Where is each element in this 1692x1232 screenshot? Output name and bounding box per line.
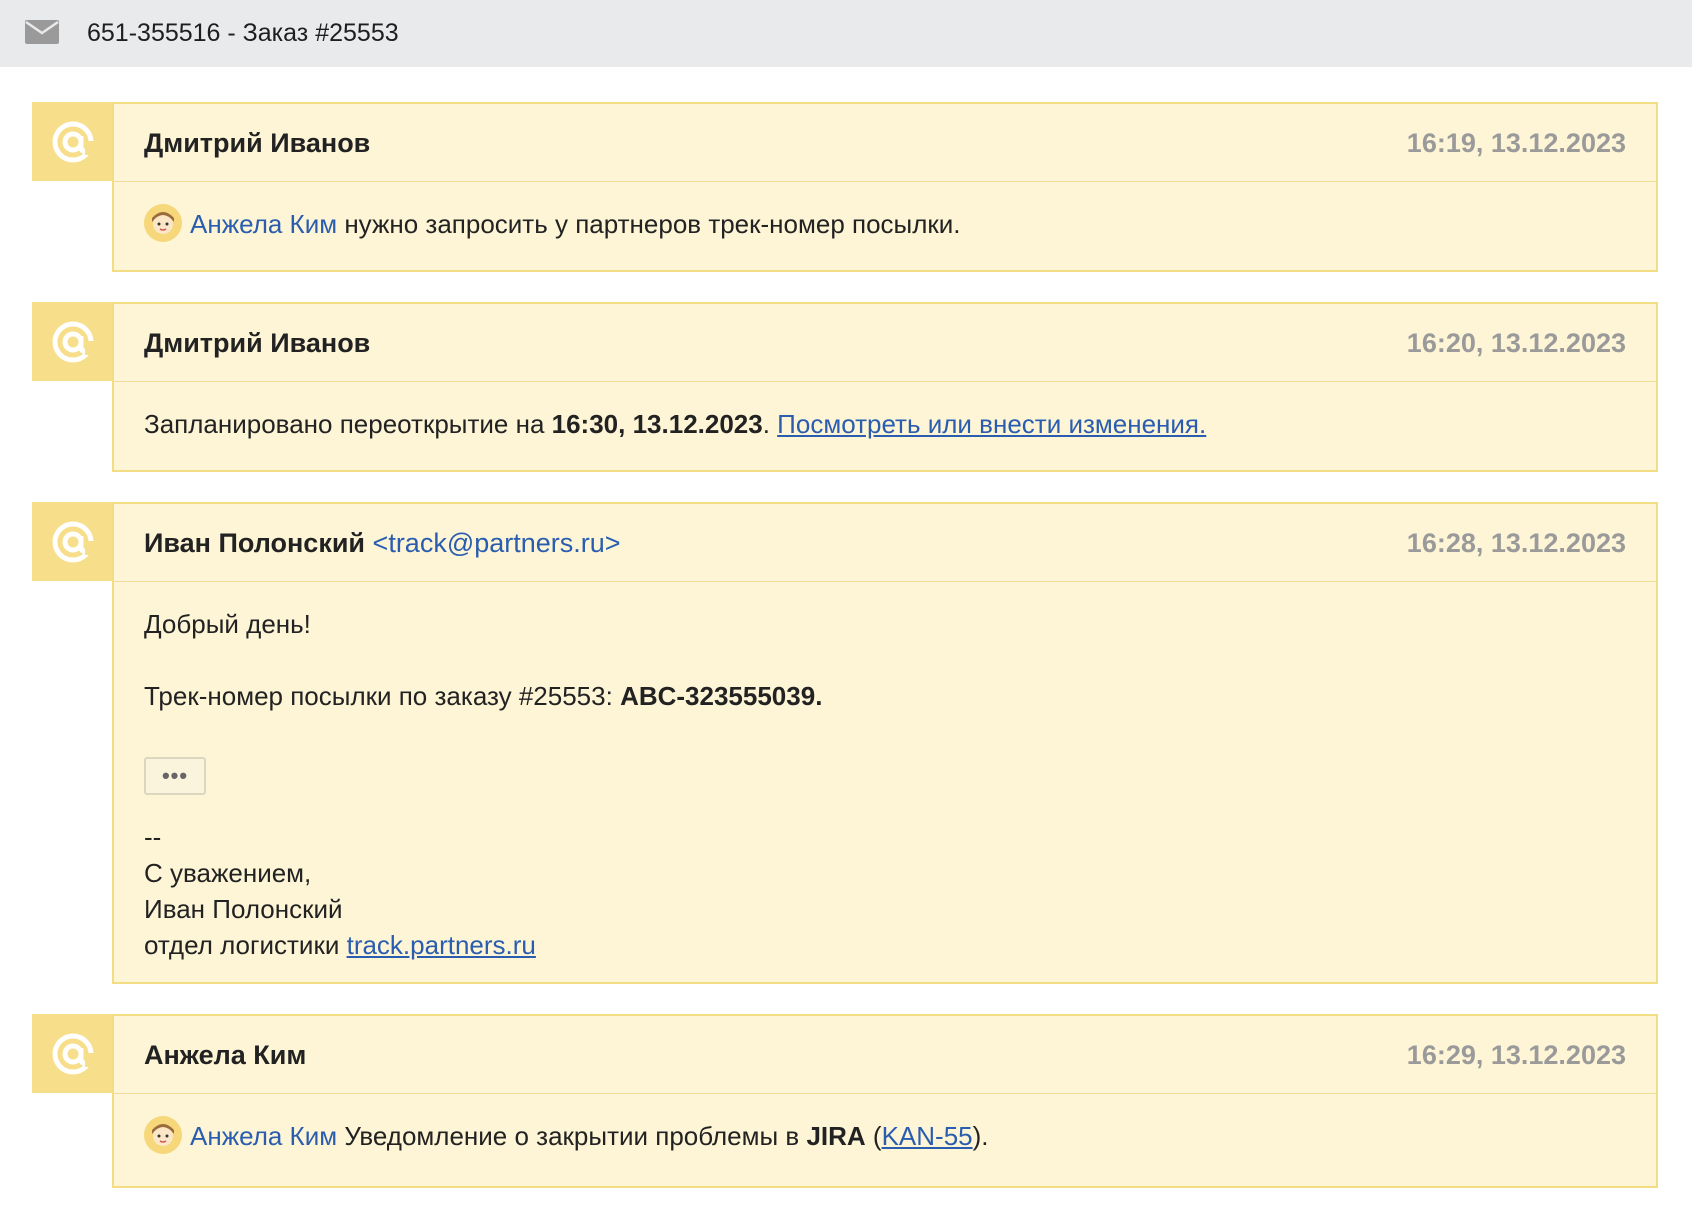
mail-icon: [25, 20, 59, 44]
message-body: Добрый день! Трек-номер посылки по заказ…: [114, 582, 1656, 963]
greeting: Добрый день!: [144, 609, 311, 639]
author-email[interactable]: <track@partners.ru>: [373, 528, 621, 558]
at-icon-badge: [32, 1014, 113, 1093]
author-name-text: Иван Полонский: [144, 528, 366, 558]
message-text-after: .: [762, 409, 778, 439]
view-changes-link[interactable]: Посмотреть или внести изменения.: [777, 409, 1206, 439]
message-text: Уведомление о закрытии проблемы в: [337, 1121, 807, 1151]
at-icon-badge: [32, 302, 113, 381]
partners-site-link[interactable]: track.partners.ru: [347, 930, 536, 960]
avatar: [144, 1116, 182, 1155]
message-header: Дмитрий Иванов 16:19, 13.12.2023: [114, 104, 1656, 182]
signature: -- С уважением, Иван Полонский отдел лог…: [144, 819, 1626, 963]
message-header: Иван Полонский <track@partners.ru> 16:28…: [114, 504, 1656, 582]
message-text: нужно запросить у партнеров трек-номер п…: [337, 209, 961, 239]
show-quoted-button[interactable]: •••: [144, 757, 206, 795]
at-icon-badge: [32, 102, 113, 181]
message-body: Анжела Ким Уведомление о закрытии пробле…: [114, 1094, 1656, 1157]
header-bar: 651-355516 - Заказ #25553: [0, 0, 1692, 67]
message-time: 16:29, 13.12.2023: [1406, 1040, 1626, 1070]
signature-dash: --: [144, 822, 162, 852]
at-icon: [52, 121, 95, 162]
message-body: Анжела Ким нужно запросить у партнеров т…: [114, 182, 1656, 245]
paren-close: ).: [972, 1121, 989, 1151]
signature-dept: отдел логистики: [144, 930, 347, 960]
message-card: Дмитрий Иванов 16:19, 13.12.2023 Анжела …: [112, 102, 1658, 272]
at-icon: [52, 521, 95, 562]
message-text: Запланировано переоткрытие на: [144, 409, 552, 439]
signature-regards: С уважением,: [144, 858, 312, 888]
message-time: 16:20, 13.12.2023: [1406, 328, 1626, 358]
at-icon-badge: [32, 502, 113, 581]
at-icon: [52, 321, 95, 362]
message-card: Анжела Ким 16:29, 13.12.2023 Анжела Ким …: [112, 1014, 1658, 1188]
message-time: 16:28, 13.12.2023: [1406, 528, 1626, 558]
ticket-title: 651-355516 - Заказ #25553: [87, 19, 399, 47]
paren-open: (: [865, 1121, 882, 1151]
reopen-datetime: 16:30, 13.12.2023: [551, 409, 763, 439]
jira-label: JIRA: [806, 1121, 866, 1151]
author-name: Дмитрий Иванов: [144, 128, 371, 158]
at-icon: [52, 1033, 95, 1074]
message-card: Дмитрий Иванов 16:20, 13.12.2023 Заплани…: [112, 302, 1658, 472]
track-text: Трек-номер посылки по заказу #25553:: [144, 681, 621, 711]
author-name: Анжела Ким: [144, 1040, 307, 1070]
mention-link[interactable]: Анжела Ким: [190, 209, 337, 239]
signature-dept-line: отдел логистики track.partners.ru: [144, 927, 1626, 963]
author-name: Дмитрий Иванов: [144, 328, 371, 358]
avatar: [144, 204, 182, 243]
message-header: Анжела Ким 16:29, 13.12.2023: [114, 1016, 1656, 1094]
mention-link[interactable]: Анжела Ким: [190, 1121, 337, 1151]
track-line: Трек-номер посылки по заказу #25553: ABC…: [144, 678, 1626, 714]
more-wrap: •••: [144, 756, 1626, 795]
message-body: Запланировано переоткрытие на 16:30, 13.…: [114, 382, 1656, 442]
signature-name: Иван Полонский: [144, 894, 343, 924]
author-name: Иван Полонский <track@partners.ru>: [144, 526, 621, 560]
message-time: 16:19, 13.12.2023: [1406, 128, 1626, 158]
jira-issue-link[interactable]: KAN-55: [882, 1121, 973, 1151]
message-card: Иван Полонский <track@partners.ru> 16:28…: [112, 502, 1658, 984]
track-number: ABC-323555039.: [620, 681, 823, 711]
message-header: Дмитрий Иванов 16:20, 13.12.2023: [114, 304, 1656, 382]
